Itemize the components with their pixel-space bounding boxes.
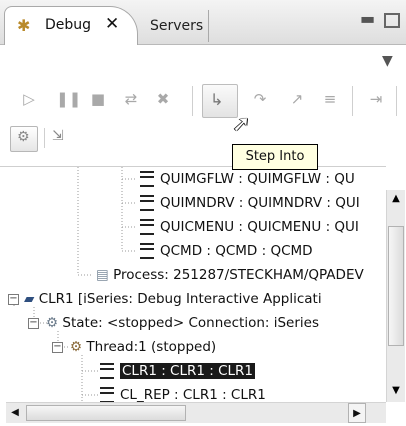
debug-target-icon: ⚙ [17, 129, 30, 145]
tree-item-launch[interactable]: ▰ CLR1 [iSeries: Debug Interactive Appli… [24, 287, 322, 311]
step-into-icon: ↳ [210, 90, 224, 109]
collapse-toggle[interactable]: − [8, 294, 19, 305]
tab-divider [208, 10, 209, 42]
drop-to-frame-icon[interactable]: ≡ [318, 90, 342, 112]
stack-frame-label: QUIMNDRV : QUIMNDRV : QUI [160, 195, 360, 211]
maximize-icon[interactable] [384, 13, 400, 28]
tab-debug[interactable]: ✱ Debug ✕ [4, 6, 138, 45]
selected-frame-label: CLR1 : CLR1 : CLR1 [120, 363, 256, 379]
scroll-right-icon[interactable]: ▶ [348, 403, 366, 423]
stack-frame-label: QUICMENU : QUICMENU : QUI [160, 219, 359, 235]
tree-item-stack-frame[interactable]: QUIMNDRV : QUIMNDRV : QUI [140, 191, 360, 215]
minimize-icon[interactable]: ▬ [360, 11, 376, 28]
suspend-icon[interactable]: ❚❚ [56, 90, 81, 112]
mouse-cursor-icon: ➚ [232, 112, 251, 137]
stack-frame-icon [140, 195, 154, 211]
debug-toolbar: ▷ ❚❚ ■ ⇄ ✖ ↳ ↷ ↗ ≡ ⇥ [0, 70, 406, 122]
horizontal-scroll-thumb[interactable] [26, 405, 186, 421]
horizontal-scrollbar[interactable]: ◀ ▶ [6, 402, 386, 423]
stack-frame-label: QUIMGFLW : QUIMGFLW : QU [160, 171, 355, 187]
tree-item-process[interactable]: ▤ Process: 251287/STECKHAM/QPADEV [96, 263, 364, 287]
stack-frame-label: CL_REP : CLR1 : CLR1 [120, 387, 266, 403]
resume-icon[interactable]: ▷ [18, 90, 40, 112]
collapse-tree-icon[interactable]: ⇲ [52, 128, 76, 148]
tree-item-stack-frame-selected[interactable]: CLR1 : CLR1 : CLR1 [100, 359, 256, 383]
thread-icon: ⚙ [70, 339, 83, 355]
toolbar-divider [352, 86, 353, 116]
collapse-toggle[interactable]: − [28, 318, 39, 329]
tab-debug-label: Debug [45, 17, 92, 33]
launch-label: CLR1 [iSeries: Debug Interactive Applica… [38, 291, 322, 307]
tooltip: Step Into [232, 144, 318, 170]
stack-frame-icon [140, 171, 154, 187]
step-filters-icon[interactable]: ⇥ [364, 90, 388, 112]
tree-item-stack-frame[interactable]: QUIMGFLW : QUIMGFLW : QU [140, 167, 355, 191]
debug-tree: QUIMGFLW : QUIMGFLW : QU QUIMNDRV : QUIM… [0, 166, 386, 403]
stack-frame-icon [100, 387, 114, 403]
process-label: Process: 251287/STECKHAM/QPADEV [113, 267, 364, 283]
bug-icon: ✱ [17, 16, 31, 35]
toolbar-divider [396, 86, 397, 116]
secondary-toolbar: ⚙ ⇲ [0, 122, 406, 152]
view-menu-icon[interactable]: ▼ [382, 53, 400, 69]
tree-item-stack-frame[interactable]: QCMD : QCMD : QCMD [140, 239, 313, 263]
remove-terminated-icon[interactable]: ✖ [152, 90, 174, 112]
tree-item-thread[interactable]: ⚙ Thread:1 (stopped) [70, 335, 216, 359]
process-icon: ▤ [96, 267, 109, 283]
debug-launch-icon: ▰ [24, 291, 35, 307]
stack-frame-icon [140, 219, 154, 235]
show-debug-target-button[interactable]: ⚙ [10, 126, 38, 152]
tree-item-state[interactable]: ⚙ State: <stopped> Connection: iSeries [46, 311, 319, 335]
scroll-down-icon[interactable]: ▼ [387, 382, 405, 400]
stack-frame-label: QCMD : QCMD : QCMD [160, 243, 313, 259]
toolbar-divider [192, 86, 193, 116]
step-over-icon[interactable]: ↷ [248, 90, 272, 112]
disconnect-icon[interactable]: ⇄ [120, 90, 142, 112]
close-icon[interactable]: ✕ [105, 14, 119, 34]
vertical-scroll-thumb[interactable] [388, 226, 404, 346]
view-tab-bar: ✱ Debug ✕ Servers ▬ [0, 0, 406, 45]
step-return-icon[interactable]: ↗ [286, 90, 308, 112]
toolbar-divider [44, 128, 45, 148]
tree-item-stack-frame[interactable]: QUICMENU : QUICMENU : QUI [140, 215, 359, 239]
stack-frame-icon [140, 243, 154, 259]
collapse-toggle[interactable]: − [52, 342, 63, 353]
scroll-left-icon[interactable]: ◀ [6, 403, 24, 423]
scroll-up-icon[interactable]: ▲ [387, 190, 405, 208]
state-label: State: <stopped> Connection: iSeries [62, 315, 319, 331]
terminate-icon[interactable]: ■ [90, 90, 106, 112]
tab-servers-label: Servers [150, 18, 204, 34]
vertical-scrollbar[interactable]: ▲ ▼ [386, 190, 405, 402]
debug-target-icon: ⚙ [46, 315, 59, 331]
tree-item-stack-frame[interactable]: CL_REP : CLR1 : CLR1 [100, 383, 266, 403]
stack-frame-icon [100, 363, 114, 379]
thread-label: Thread:1 (stopped) [86, 339, 217, 355]
